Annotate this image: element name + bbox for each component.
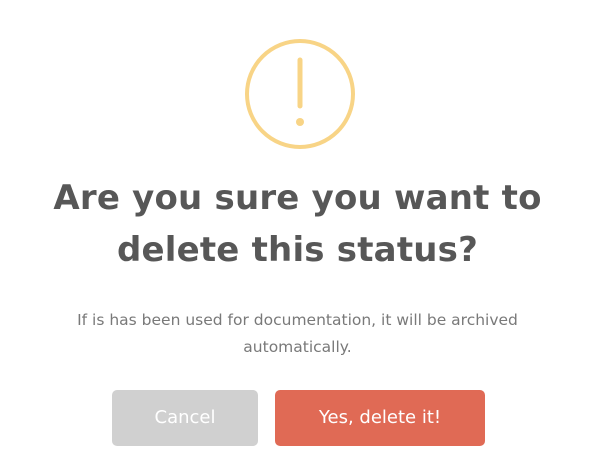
dialog-message-line-2: automatically. (243, 338, 352, 356)
warning-exclamation-icon (244, 38, 356, 150)
dialog-title-line-1: Are you sure you want to (53, 178, 542, 218)
dialog-title: Are you sure you want to delete this sta… (0, 172, 595, 276)
delete-confirmation-dialog: Are you sure you want to delete this sta… (0, 0, 595, 464)
cancel-button[interactable]: Cancel (112, 390, 258, 446)
confirm-delete-button[interactable]: Yes, delete it! (275, 390, 485, 446)
dialog-message-line-1: If is has been used for documentation, i… (77, 311, 518, 329)
dialog-title-line-2: delete this status? (116, 230, 479, 270)
dialog-message: If is has been used for documentation, i… (20, 307, 575, 361)
